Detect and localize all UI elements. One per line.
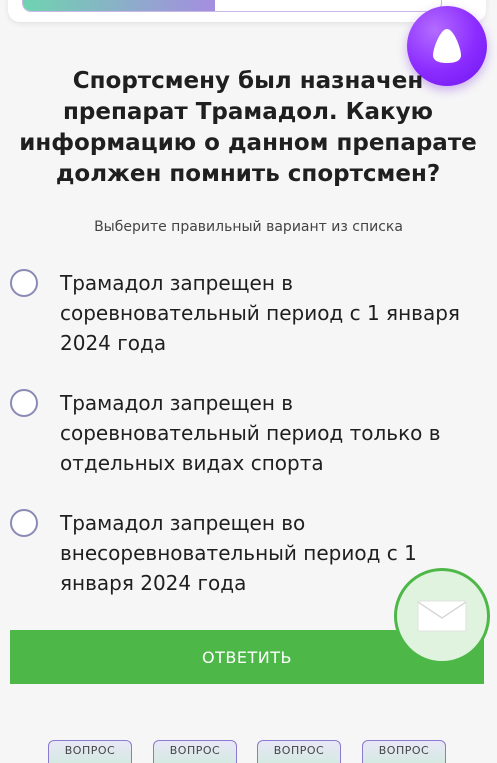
progress-bar: [22, 0, 442, 12]
radio-button[interactable]: [10, 269, 38, 297]
question-tab[interactable]: ВОПРОС: [48, 740, 132, 763]
radio-button[interactable]: [10, 389, 38, 417]
answer-option-label: Трамадол запрещен в соревновательный пер…: [60, 391, 441, 475]
envelope-icon: [417, 600, 467, 632]
question-tabs: ВОПРОС ВОПРОС ВОПРОС ВОПРОС: [48, 740, 448, 763]
question-tab[interactable]: ВОПРОС: [153, 740, 237, 763]
question-tab[interactable]: ВОПРОС: [257, 740, 341, 763]
question-tab[interactable]: ВОПРОС: [362, 740, 446, 763]
question-hint: Выберите правильный вариант из списка: [94, 219, 403, 235]
progress-fill: [23, 0, 216, 11]
radio-button[interactable]: [10, 509, 38, 537]
answer-option-2[interactable]: Трамадол запрещен в соревновательный пер…: [10, 388, 480, 478]
answer-option-label: Трамадол запрещен в соревновательный пер…: [60, 271, 460, 355]
feedback-mail-button[interactable]: [394, 568, 490, 664]
question-title: Спортсмену был назначен препарат Трамадо…: [19, 68, 477, 187]
alice-icon: [433, 29, 461, 63]
answer-option-1[interactable]: Трамадол запрещен в соревновательный пер…: [10, 268, 480, 358]
